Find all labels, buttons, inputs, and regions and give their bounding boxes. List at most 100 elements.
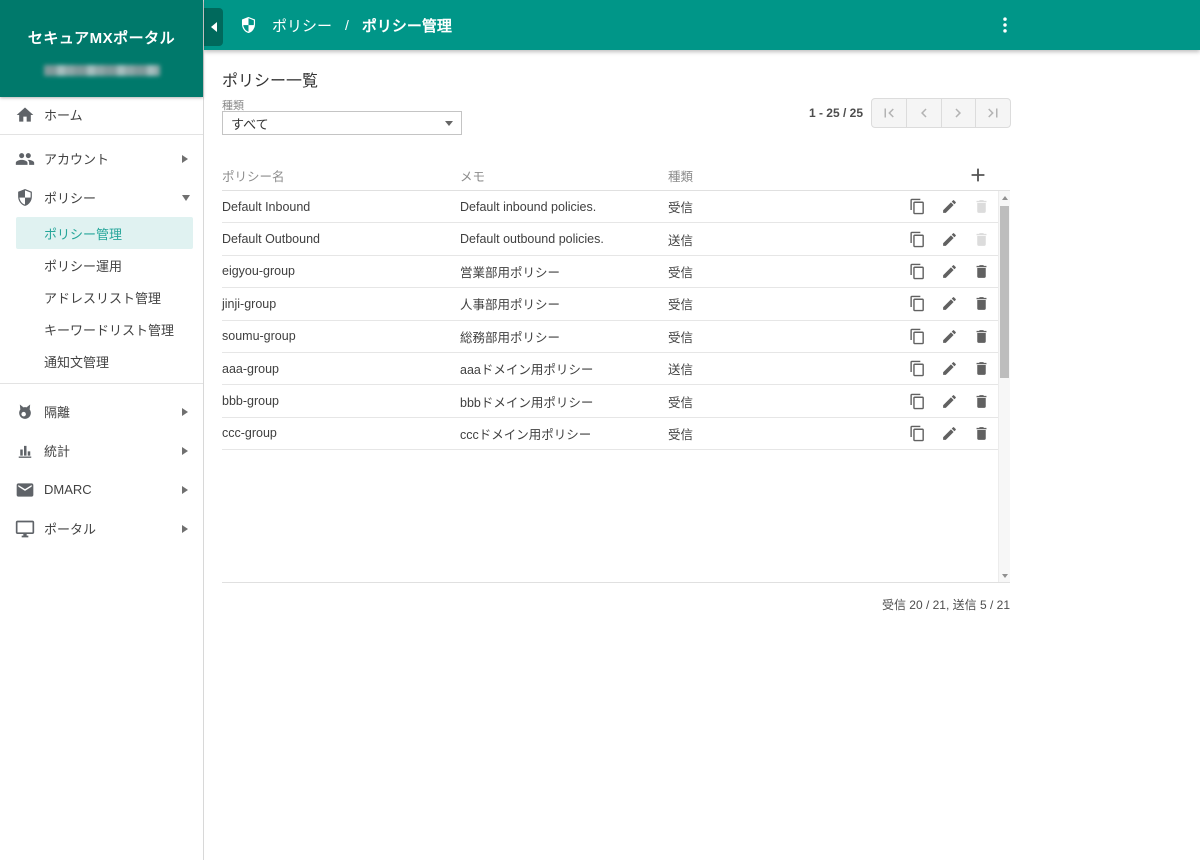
add-policy-button[interactable] <box>966 163 990 187</box>
policy-table: Default Inbound Default inbound policies… <box>222 190 1010 583</box>
triangle-up-icon <box>1002 196 1008 200</box>
table-row[interactable]: eigyou-group 営業部用ポリシー 受信 <box>222 256 998 288</box>
scrollbar-thumb[interactable] <box>1000 206 1009 378</box>
edit-icon <box>941 263 958 280</box>
copy-policy-button[interactable] <box>905 259 929 283</box>
app-title: セキュアMXポータル <box>0 0 203 48</box>
chevron-right-icon <box>182 486 188 494</box>
type-filter-select[interactable]: すべて <box>222 111 462 135</box>
plus-icon <box>967 164 989 186</box>
sidebar-item-label: ポータル <box>44 519 96 538</box>
sidebar-item-quarantine[interactable]: 隔離 <box>0 392 203 431</box>
next-page-button[interactable] <box>941 98 977 128</box>
sidebar-item-notification-text[interactable]: 通知文管理 <box>0 345 203 377</box>
memo-cell: Default outbound policies. <box>460 232 668 246</box>
type-cell: 受信 <box>668 327 788 346</box>
sidebar-item-dmarc[interactable]: DMARC <box>0 470 203 509</box>
edit-policy-button[interactable] <box>937 389 961 413</box>
page-title: ポリシー一覧 <box>222 67 318 91</box>
table-row[interactable]: Default Outbound Default outbound polici… <box>222 223 998 255</box>
edit-icon <box>941 231 958 248</box>
kebab-menu-icon <box>995 15 1015 35</box>
delete-policy-button[interactable] <box>969 389 993 413</box>
delete-policy-button[interactable] <box>969 227 993 251</box>
sidebar-item-home[interactable]: ホーム <box>0 95 203 134</box>
edit-policy-button[interactable] <box>937 195 961 219</box>
row-actions <box>905 389 998 413</box>
memo-cell: 営業部用ポリシー <box>460 262 668 281</box>
edit-policy-button[interactable] <box>937 292 961 316</box>
memo-cell: bbbドメイン用ポリシー <box>460 392 668 411</box>
delete-icon <box>973 360 990 377</box>
type-cell: 受信 <box>668 294 788 313</box>
table-row[interactable]: aaa-group aaaドメイン用ポリシー 送信 <box>222 353 998 385</box>
sidebar-item-policy[interactable]: ポリシー <box>0 178 203 217</box>
first-page-button[interactable] <box>871 98 907 128</box>
edit-policy-button[interactable] <box>937 324 961 348</box>
delete-policy-button[interactable] <box>969 357 993 381</box>
delete-policy-button[interactable] <box>969 259 993 283</box>
type-cell: 受信 <box>668 197 788 216</box>
table-row[interactable]: ccc-group cccドメイン用ポリシー 受信 <box>222 418 998 450</box>
secure-mx-portal-app: セキュアMXポータル ホーム アカウント <box>0 0 1200 860</box>
copy-icon <box>909 198 926 215</box>
sidebar-divider <box>0 383 203 384</box>
copy-policy-button[interactable] <box>905 421 929 445</box>
sidebar-item-policy-apply[interactable]: ポリシー運用 <box>0 249 203 281</box>
edit-policy-button[interactable] <box>937 227 961 251</box>
sidebar-item-address-list[interactable]: アドレスリスト管理 <box>0 281 203 313</box>
last-page-icon <box>984 104 1002 122</box>
table-header: ポリシー名 メモ 種類 <box>222 160 1010 190</box>
sidebar-item-policy-management[interactable]: ポリシー管理 <box>16 217 193 249</box>
chevron-down-icon <box>182 195 190 201</box>
copy-policy-button[interactable] <box>905 324 929 348</box>
table-row[interactable]: jinji-group 人事部用ポリシー 受信 <box>222 288 998 320</box>
edit-policy-button[interactable] <box>937 357 961 381</box>
delete-policy-button[interactable] <box>969 324 993 348</box>
breadcrumb-section[interactable]: ポリシー <box>272 15 332 36</box>
first-page-icon <box>880 104 898 122</box>
sidebar-item-keyword-list[interactable]: キーワードリスト管理 <box>0 313 203 345</box>
kebab-menu-button[interactable] <box>993 13 1017 37</box>
edit-policy-button[interactable] <box>937 421 961 445</box>
shield-icon <box>239 16 258 35</box>
breadcrumb-separator: / <box>345 17 349 33</box>
last-page-button[interactable] <box>975 98 1011 128</box>
policy-name-cell: Default Outbound <box>222 232 460 246</box>
memo-cell: 総務部用ポリシー <box>460 327 668 346</box>
delete-policy-button[interactable] <box>969 195 993 219</box>
sidebar-item-statistics[interactable]: 統計 <box>0 431 203 470</box>
table-row[interactable]: soumu-group 総務部用ポリシー 受信 <box>222 321 998 353</box>
copy-icon <box>909 295 926 312</box>
edit-policy-button[interactable] <box>937 259 961 283</box>
copy-policy-button[interactable] <box>905 389 929 413</box>
column-header-policy-name: ポリシー名 <box>222 166 460 185</box>
scroll-up-button[interactable] <box>999 191 1011 204</box>
sidebar-item-account[interactable]: アカウント <box>0 139 203 178</box>
table-row[interactable]: bbb-group bbbドメイン用ポリシー 受信 <box>222 385 998 417</box>
table-row[interactable]: Default Inbound Default inbound policies… <box>222 191 998 223</box>
type-cell: 送信 <box>668 230 788 249</box>
scroll-down-button[interactable] <box>999 569 1011 582</box>
delete-icon <box>973 263 990 280</box>
sidebar-item-portal[interactable]: ポータル <box>0 509 203 548</box>
copy-policy-button[interactable] <box>905 357 929 381</box>
edit-icon <box>941 328 958 345</box>
prev-page-button[interactable] <box>906 98 942 128</box>
people-icon <box>15 149 35 169</box>
type-cell: 受信 <box>668 424 788 443</box>
sidebar-item-label: 統計 <box>44 441 70 460</box>
copy-policy-button[interactable] <box>905 195 929 219</box>
bar-chart-icon <box>15 441 35 461</box>
delete-icon <box>973 328 990 345</box>
pagination-range: 1 - 25 / 25 <box>663 106 863 120</box>
copy-icon <box>909 263 926 280</box>
sidebar-item-label: アドレスリスト管理 <box>44 288 161 307</box>
collapse-sidebar-button[interactable] <box>204 8 223 46</box>
delete-policy-button[interactable] <box>969 292 993 316</box>
policy-name-cell: ccc-group <box>222 426 460 440</box>
delete-policy-button[interactable] <box>969 421 993 445</box>
copy-policy-button[interactable] <box>905 292 929 316</box>
row-actions <box>905 421 998 445</box>
copy-policy-button[interactable] <box>905 227 929 251</box>
